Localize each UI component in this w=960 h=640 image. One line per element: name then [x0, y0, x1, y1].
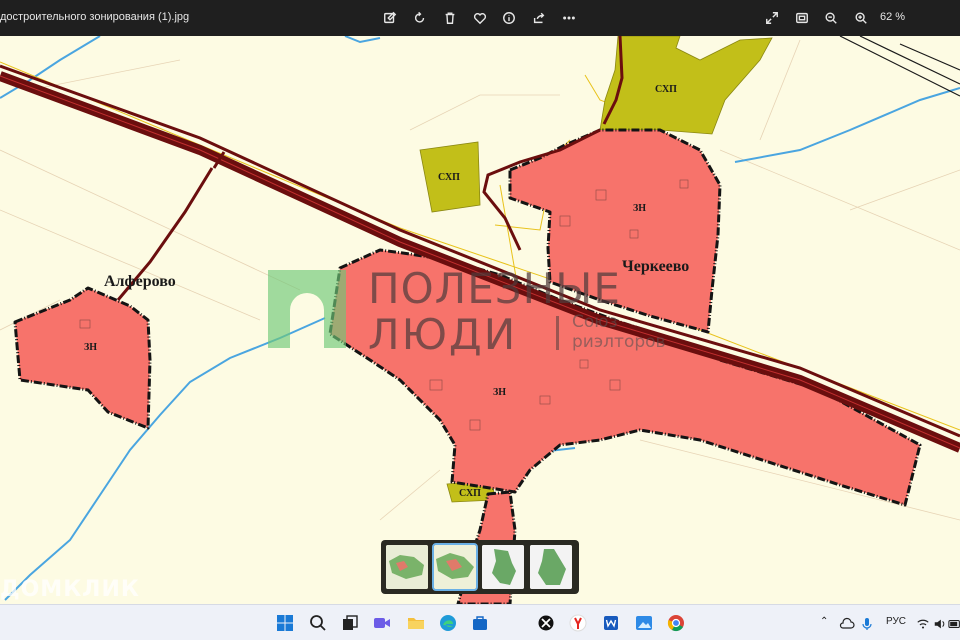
filmstrip-thumb-selected[interactable] — [432, 543, 478, 591]
window-title: достроительного зонирования (1).jpg — [0, 11, 190, 23]
watermark-text-line2: ЛЮДИ — [368, 310, 518, 359]
filmstrip-thumb[interactable] — [482, 545, 524, 589]
store-icon[interactable] — [469, 612, 491, 634]
yandex-icon[interactable] — [567, 612, 589, 634]
fullscreen-icon[interactable] — [760, 6, 784, 30]
watermark-divider — [556, 316, 559, 350]
search-icon[interactable] — [307, 612, 329, 634]
meet-icon[interactable] — [371, 612, 393, 634]
watermark-sub2: риэлторов — [572, 332, 666, 352]
zoom-out-icon[interactable] — [819, 6, 843, 30]
task-view-icon[interactable] — [339, 612, 361, 634]
delete-icon[interactable] — [438, 6, 462, 30]
zone-label: ЗН — [633, 203, 647, 214]
agri-zone-label: СХП — [438, 172, 460, 183]
village-label-alferovo: Алферово — [104, 273, 176, 290]
edit-icon[interactable] — [378, 6, 402, 30]
watermark-text-line1: ПОЛЕЗНЫЕ — [368, 264, 621, 313]
windows-start-icon[interactable] — [274, 612, 296, 634]
taskbar: ⌃ РУС — [0, 604, 960, 640]
language-indicator[interactable]: РУС — [886, 616, 906, 627]
zone-label: ЗН — [84, 342, 98, 353]
filmstrip-thumb[interactable] — [530, 545, 572, 589]
word-icon[interactable] — [600, 612, 622, 634]
xbox-icon[interactable] — [535, 612, 557, 634]
battery-icon[interactable] — [944, 613, 960, 635]
chrome-icon[interactable] — [665, 612, 687, 634]
filmstrip — [381, 540, 579, 594]
agri-zone-label: СХП — [655, 84, 677, 95]
share-icon[interactable] — [527, 6, 551, 30]
watermark-corner: ДОМКЛИК — [0, 577, 140, 602]
zoom-level: 62 % — [880, 11, 906, 23]
edge-icon[interactable] — [437, 612, 459, 634]
more-icon[interactable] — [557, 6, 581, 30]
favorite-icon[interactable] — [468, 6, 492, 30]
info-icon[interactable] — [497, 6, 521, 30]
zoom-in-icon[interactable] — [849, 6, 873, 30]
photos-app-window: достроительного зонирования (1).jpg 62 %… — [0, 0, 960, 640]
file-explorer-icon[interactable] — [405, 612, 427, 634]
zone-label: ЗН — [493, 387, 507, 398]
filmstrip-thumb[interactable] — [386, 545, 428, 589]
map-image[interactable]: Алферово Черкеево ЗН ЗН ЗН СХП СХП СХП П… — [0, 36, 960, 604]
rotate-icon[interactable] — [408, 6, 432, 30]
watermark-sub1: Союз — [572, 312, 618, 332]
microphone-icon[interactable] — [856, 613, 878, 635]
cloud-icon[interactable] — [836, 613, 858, 635]
tray-chevron-icon[interactable]: ⌃ — [820, 616, 828, 627]
agri-zone-label: СХП — [459, 488, 481, 499]
village-label-cherkeevo: Черкеево — [622, 258, 690, 275]
watermark-logo-icon — [268, 270, 346, 348]
fit-icon[interactable] — [790, 6, 814, 30]
title-bar: достроительного зонирования (1).jpg 62 % — [0, 0, 960, 36]
photos-icon[interactable] — [633, 612, 655, 634]
